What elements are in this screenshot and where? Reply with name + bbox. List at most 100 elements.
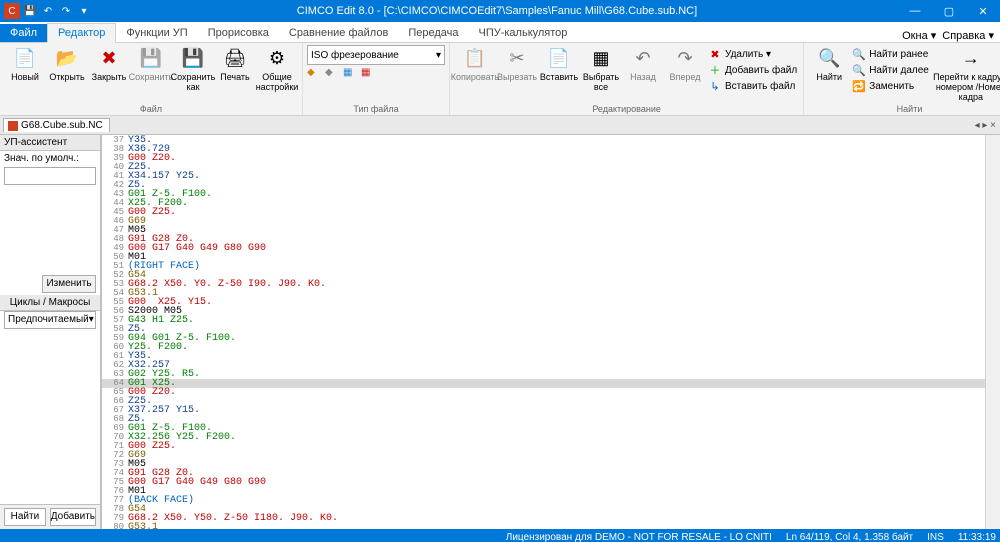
qat-save-icon[interactable]: 💾 <box>22 3 38 19</box>
qat-dropdown-icon[interactable]: ▾ <box>76 3 92 19</box>
tab-draw[interactable]: Прорисовка <box>198 24 279 42</box>
code-line[interactable]: 49G00 G17 G40 G49 G80 G90 <box>102 244 1000 253</box>
code-line[interactable]: 50M01 <box>102 253 1000 262</box>
open-button[interactable]: 📂Открыть <box>46 45 88 92</box>
sidebar-header-cycles: Циклы / Макросы <box>0 295 100 311</box>
sidebar-find-button[interactable]: Найти <box>4 508 46 526</box>
ft-icon2[interactable]: ◆ <box>325 67 341 78</box>
code-line[interactable]: 60Y25. F200. <box>102 343 1000 352</box>
code-line[interactable]: 62X32.257 <box>102 361 1000 370</box>
replace-button[interactable]: 🔁Заменить <box>850 78 931 94</box>
code-line[interactable]: 73M05 <box>102 460 1000 469</box>
code-line[interactable]: 43G01 Z-5. F100. <box>102 190 1000 199</box>
tab-windows[interactable]: Окна ▾ <box>902 29 936 42</box>
tab-editor[interactable]: Редактор <box>47 23 116 43</box>
default-field[interactable] <box>4 167 96 185</box>
delete-button[interactable]: ✖Удалить ▾ <box>706 46 799 62</box>
code-line[interactable]: 56S2000 M05 <box>102 307 1000 316</box>
code-line[interactable]: 58Z5. <box>102 325 1000 334</box>
close-file-button[interactable]: ✖Закрыть <box>88 45 130 92</box>
code-line[interactable]: 37Y35. <box>102 136 1000 145</box>
change-button[interactable]: Изменить <box>42 275 96 293</box>
doctab-controls[interactable]: ◂ ▸ × <box>975 120 1000 131</box>
code-line[interactable]: 55G00 X25. Y15. <box>102 298 1000 307</box>
paste-button[interactable]: 📄Вставить <box>538 45 580 92</box>
tab-compare[interactable]: Сравнение файлов <box>279 24 398 42</box>
code-line[interactable]: 39G00 Z20. <box>102 154 1000 163</box>
sidebar-add-button[interactable]: Добавить <box>50 508 96 526</box>
code-line[interactable]: 47M05 <box>102 226 1000 235</box>
search-icon: 🔍 <box>816 45 842 71</box>
findprev-button[interactable]: 🔍Найти ранее <box>850 46 931 62</box>
code-line[interactable]: 53G68.2 X50. Y0. Z-50 I90. J90. K0. <box>102 280 1000 289</box>
code-line[interactable]: 59G94 G01 Z-5. F100. <box>102 334 1000 343</box>
recent-select[interactable]: Предпочитаемый▾ <box>4 311 96 329</box>
code-line[interactable]: 51(RIGHT FACE) <box>102 262 1000 271</box>
document-tabs: G68.Cube.sub.NC ◂ ▸ × <box>0 116 1000 135</box>
undo-button[interactable]: ↶Назад <box>622 45 664 92</box>
tab-file[interactable]: Файл <box>0 24 47 42</box>
document-tab[interactable]: G68.Cube.sub.NC <box>3 118 110 132</box>
ft-icon1[interactable]: ◆ <box>307 67 323 78</box>
maximize-button[interactable]: ▢ <box>932 5 966 18</box>
chevron-down-icon: ▾ <box>89 314 94 325</box>
new-button[interactable]: 📄Новый <box>4 45 46 92</box>
code-line[interactable]: 40Z25. <box>102 163 1000 172</box>
qat-redo-icon[interactable]: ↷ <box>58 3 74 19</box>
goto-button[interactable]: →Перейти к кадру с номером /Номер кадра <box>931 45 1000 102</box>
tab-functions[interactable]: Функции УП <box>116 24 197 42</box>
undo-icon: ↶ <box>630 45 656 71</box>
code-line[interactable]: 54G53.1 <box>102 289 1000 298</box>
code-line[interactable]: 45G00 Z25. <box>102 208 1000 217</box>
tab-nccalc[interactable]: ЧПУ-калькулятор <box>468 24 577 42</box>
tab-help[interactable]: Справка ▾ <box>942 29 994 42</box>
saveas-button[interactable]: 💾Сохранить как <box>172 45 214 92</box>
code-line[interactable]: 64G01 X25. <box>102 379 1000 388</box>
code-line[interactable]: 66Z25. <box>102 397 1000 406</box>
code-line[interactable]: 69G01 Z-5. F100. <box>102 424 1000 433</box>
insertfile-button[interactable]: ↳Вставить файл <box>706 78 799 94</box>
code-line[interactable]: 63G02 Y25. R5. <box>102 370 1000 379</box>
print-button[interactable]: 🖨Печать <box>214 45 256 92</box>
code-line[interactable]: 65G00 Z20. <box>102 388 1000 397</box>
minimize-button[interactable]: — <box>898 5 932 18</box>
code-line[interactable]: 38X36.729 <box>102 145 1000 154</box>
copy-button[interactable]: 📋Копировать <box>454 45 496 92</box>
find-button[interactable]: 🔍Найти <box>808 45 850 92</box>
findnext-button[interactable]: 🔍Найти далее <box>850 62 931 78</box>
code-line[interactable]: 68Z5. <box>102 415 1000 424</box>
code-line[interactable]: 72G69 <box>102 451 1000 460</box>
code-line[interactable]: 42Z5. <box>102 181 1000 190</box>
tab-transfer[interactable]: Передача <box>398 24 468 42</box>
addfile-button[interactable]: ＋Добавить файл <box>706 62 799 78</box>
code-line[interactable]: 75G00 G17 G40 G49 G80 G90 <box>102 478 1000 487</box>
chevron-down-icon: ▾ <box>436 50 441 61</box>
open-icon: 📂 <box>54 45 80 71</box>
code-line[interactable]: 77(BACK FACE) <box>102 496 1000 505</box>
copy-icon: 📋 <box>462 45 488 71</box>
qat-undo-icon[interactable]: ↶ <box>40 3 56 19</box>
code-editor[interactable]: 37Y35.38X36.72939G00 Z20.40Z25.41X34.157… <box>101 135 1000 529</box>
code-line[interactable]: 46G69 <box>102 217 1000 226</box>
code-line[interactable]: 70X32.256 Y25. F200. <box>102 433 1000 442</box>
cut-button[interactable]: ✂Вырезать <box>496 45 538 92</box>
settings-button[interactable]: ⚙Общие настройки <box>256 45 298 92</box>
filetype-combo[interactable]: ISO фрезерование▾ <box>307 45 445 65</box>
scrollbar[interactable] <box>985 135 1000 529</box>
close-button[interactable]: ✕ <box>966 5 1000 18</box>
ft-icon3[interactable]: ▦ <box>343 67 359 78</box>
code-line[interactable]: 67X37.257 Y15. <box>102 406 1000 415</box>
code-line[interactable]: 71G00 Z25. <box>102 442 1000 451</box>
code-line[interactable]: 76M01 <box>102 487 1000 496</box>
redo-button[interactable]: ↷Вперед <box>664 45 706 92</box>
selectall-button[interactable]: ▦Выбрать все <box>580 45 622 92</box>
ft-icon4[interactable]: ▦ <box>361 67 377 78</box>
line-number: 80 <box>102 523 128 529</box>
code-line[interactable]: 61Y35. <box>102 352 1000 361</box>
code-line[interactable]: 57G43 H1 Z25. <box>102 316 1000 325</box>
code-line[interactable]: 44X25. F200. <box>102 199 1000 208</box>
saveas-icon: 💾 <box>180 45 206 71</box>
code-line[interactable]: 41X34.157 Y25. <box>102 172 1000 181</box>
save-button[interactable]: 💾Сохранить <box>130 45 172 92</box>
code-line[interactable]: 79G68.2 X50. Y50. Z-50 I180. J90. K0. <box>102 514 1000 523</box>
